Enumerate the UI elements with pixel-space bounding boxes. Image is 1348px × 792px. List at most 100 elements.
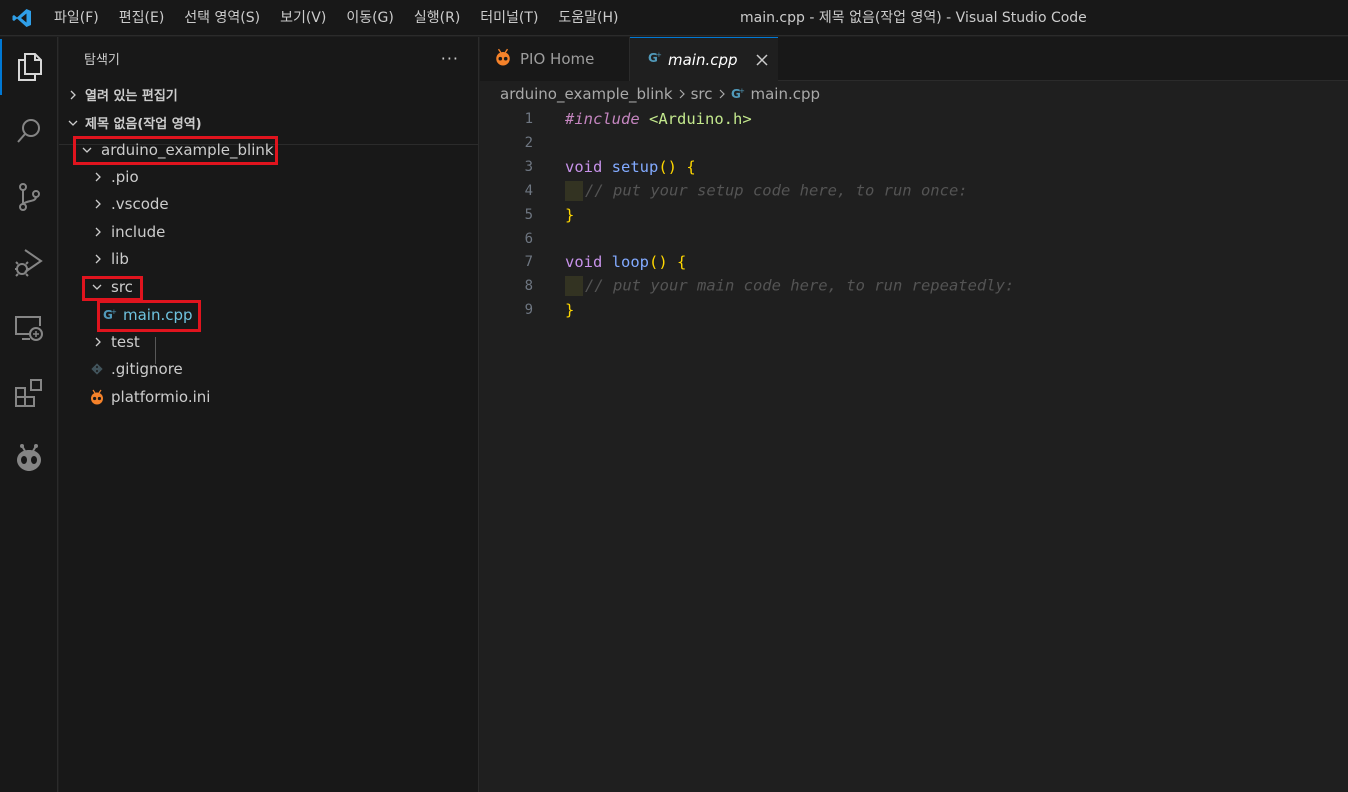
- breadcrumb-item[interactable]: src: [691, 85, 713, 103]
- breadcrumb-item[interactable]: arduino_example_blink: [500, 85, 673, 103]
- chevron-right-icon: [61, 90, 85, 100]
- line-number: 6: [524, 231, 533, 247]
- platformio-icon[interactable]: [0, 430, 58, 486]
- menu-file[interactable]: 파일(F): [44, 0, 109, 36]
- tree-folder-src[interactable]: src: [59, 273, 479, 300]
- tree-folder-lib[interactable]: lib: [59, 245, 479, 272]
- line-number: 5: [524, 207, 533, 223]
- menu-selection[interactable]: 선택 영역(S): [174, 0, 270, 36]
- section-label: 열려 있는 편집기: [85, 89, 178, 104]
- line-number: 9: [524, 302, 533, 318]
- code-line: 5 }: [480, 203, 1348, 227]
- more-actions-icon[interactable]: ···: [441, 49, 459, 68]
- remote-explorer-icon[interactable]: [0, 300, 58, 356]
- editor-tabs: PIO Home G + main.cpp: [480, 37, 1348, 82]
- run-debug-icon[interactable]: [0, 234, 58, 290]
- code-line: 4 // put your setup code here, to run on…: [480, 179, 1348, 203]
- breadcrumb: arduino_example_blink src G + main.cpp: [500, 82, 820, 106]
- tree-folder-arduino-example-blink[interactable]: arduino_example_blink: [59, 136, 479, 163]
- sidebar-title: 탐색기: [84, 52, 120, 68]
- line-number: 4: [524, 183, 533, 199]
- code-line: 7 void loop() {: [480, 250, 1348, 274]
- code-token-function: loop: [611, 253, 649, 271]
- tree-label: platformio.ini: [111, 387, 211, 406]
- tab-label: main.cpp: [668, 51, 738, 69]
- code-line: 2: [480, 131, 1348, 155]
- menu-go[interactable]: 이동(G): [336, 0, 404, 36]
- menu-terminal[interactable]: 터미널(T): [470, 0, 548, 36]
- code-token-type: void: [565, 253, 603, 271]
- explorer-icon[interactable]: [0, 39, 58, 95]
- tree-folder-pio[interactable]: .pio: [59, 163, 479, 190]
- title-bar: 파일(F) 편집(E) 선택 영역(S) 보기(V) 이동(G) 실행(R) 터…: [0, 0, 1348, 36]
- cpp-file-icon: G +: [648, 51, 662, 69]
- vscode-logo-icon[interactable]: [0, 0, 44, 36]
- code-line: 8 // put your main code here, to run rep…: [480, 274, 1348, 298]
- explorer-sidebar: 탐색기 ··· 열려 있는 편집기 제목 없음(작업 영역) arduino_e…: [59, 37, 479, 792]
- tree-folder-include[interactable]: include: [59, 218, 479, 245]
- line-number: 1: [524, 111, 533, 127]
- menu-bar: 파일(F) 편집(E) 선택 영역(S) 보기(V) 이동(G) 실행(R) 터…: [44, 0, 629, 36]
- line-number: 3: [524, 159, 533, 175]
- section-workspace[interactable]: 제목 없음(작업 영역): [59, 109, 479, 136]
- code-token-function: setup: [611, 158, 659, 176]
- tree-file-main-cpp[interactable]: G + main.cpp: [59, 301, 479, 328]
- chevron-down-icon: [89, 282, 105, 292]
- code-token-include: <Arduino.h>: [649, 110, 752, 128]
- window-title: main.cpp - 제목 없음(작업 영역) - Visual Studio …: [740, 10, 1087, 26]
- menu-help[interactable]: 도움말(H): [548, 0, 628, 36]
- tree-label: test: [111, 332, 140, 351]
- chevron-right-icon: [718, 89, 726, 99]
- indent-marker: [565, 276, 583, 296]
- tree-label: arduino_example_blink: [101, 140, 274, 159]
- code-line: 1 #include <Arduino.h>: [480, 107, 1348, 131]
- git-file-icon: [86, 362, 108, 375]
- platformio-file-icon: [86, 389, 108, 405]
- chevron-right-icon: [90, 172, 106, 182]
- code-line: 6: [480, 227, 1348, 251]
- menu-run[interactable]: 실행(R): [404, 0, 470, 36]
- code-token-bracket: () {: [649, 253, 687, 271]
- close-icon[interactable]: [756, 54, 768, 66]
- extensions-icon[interactable]: [0, 365, 58, 421]
- chevron-down-icon: [79, 145, 95, 155]
- chevron-right-icon: [90, 199, 106, 209]
- chevron-right-icon: [90, 337, 106, 347]
- chevron-right-icon: [90, 254, 106, 264]
- source-control-icon[interactable]: [0, 169, 58, 225]
- cpp-file-icon: G +: [99, 308, 121, 322]
- sidebar-header: 탐색기 ···: [59, 37, 479, 79]
- code-token-type: void: [565, 158, 603, 176]
- section-label: 제목 없음(작업 영역): [85, 117, 202, 132]
- tree-label: .vscode: [111, 194, 169, 213]
- tab-label: PIO Home: [520, 50, 595, 68]
- tab-pio-home[interactable]: PIO Home: [480, 37, 630, 81]
- breadcrumb-item[interactable]: main.cpp: [751, 85, 821, 103]
- code-token-bracket: }: [565, 206, 575, 224]
- svg-text:+: +: [739, 87, 745, 95]
- svg-text:+: +: [656, 51, 662, 59]
- tree-file-gitignore[interactable]: .gitignore: [59, 355, 479, 382]
- menu-edit[interactable]: 편집(E): [109, 0, 175, 36]
- tree-label: lib: [111, 249, 129, 268]
- code-token-bracket: () {: [658, 158, 696, 176]
- code-token-directive: #include: [565, 110, 640, 128]
- search-icon[interactable]: [0, 103, 58, 159]
- tree-label: src: [111, 277, 133, 296]
- cpp-file-icon: G +: [731, 87, 745, 101]
- chevron-down-icon: [61, 118, 85, 128]
- tree-folder-vscode[interactable]: .vscode: [59, 190, 479, 217]
- code-token-comment: // put your setup code here, to run once…: [585, 181, 968, 200]
- tree-label: .pio: [111, 167, 139, 186]
- activity-bar: [0, 37, 58, 792]
- chevron-right-icon: [90, 227, 106, 237]
- tab-main-cpp[interactable]: G + main.cpp: [630, 37, 778, 82]
- menu-view[interactable]: 보기(V): [270, 0, 336, 36]
- tree-file-platformio-ini[interactable]: platformio.ini: [59, 383, 479, 410]
- chevron-right-icon: [678, 89, 686, 99]
- tree-folder-test[interactable]: test: [59, 328, 479, 355]
- tree-label: include: [111, 222, 166, 241]
- section-open-editors[interactable]: 열려 있는 편집기: [59, 81, 479, 108]
- platformio-tab-icon: [494, 48, 512, 70]
- editor-area: PIO Home G + main.cpp arduino_example_bl…: [480, 37, 1348, 792]
